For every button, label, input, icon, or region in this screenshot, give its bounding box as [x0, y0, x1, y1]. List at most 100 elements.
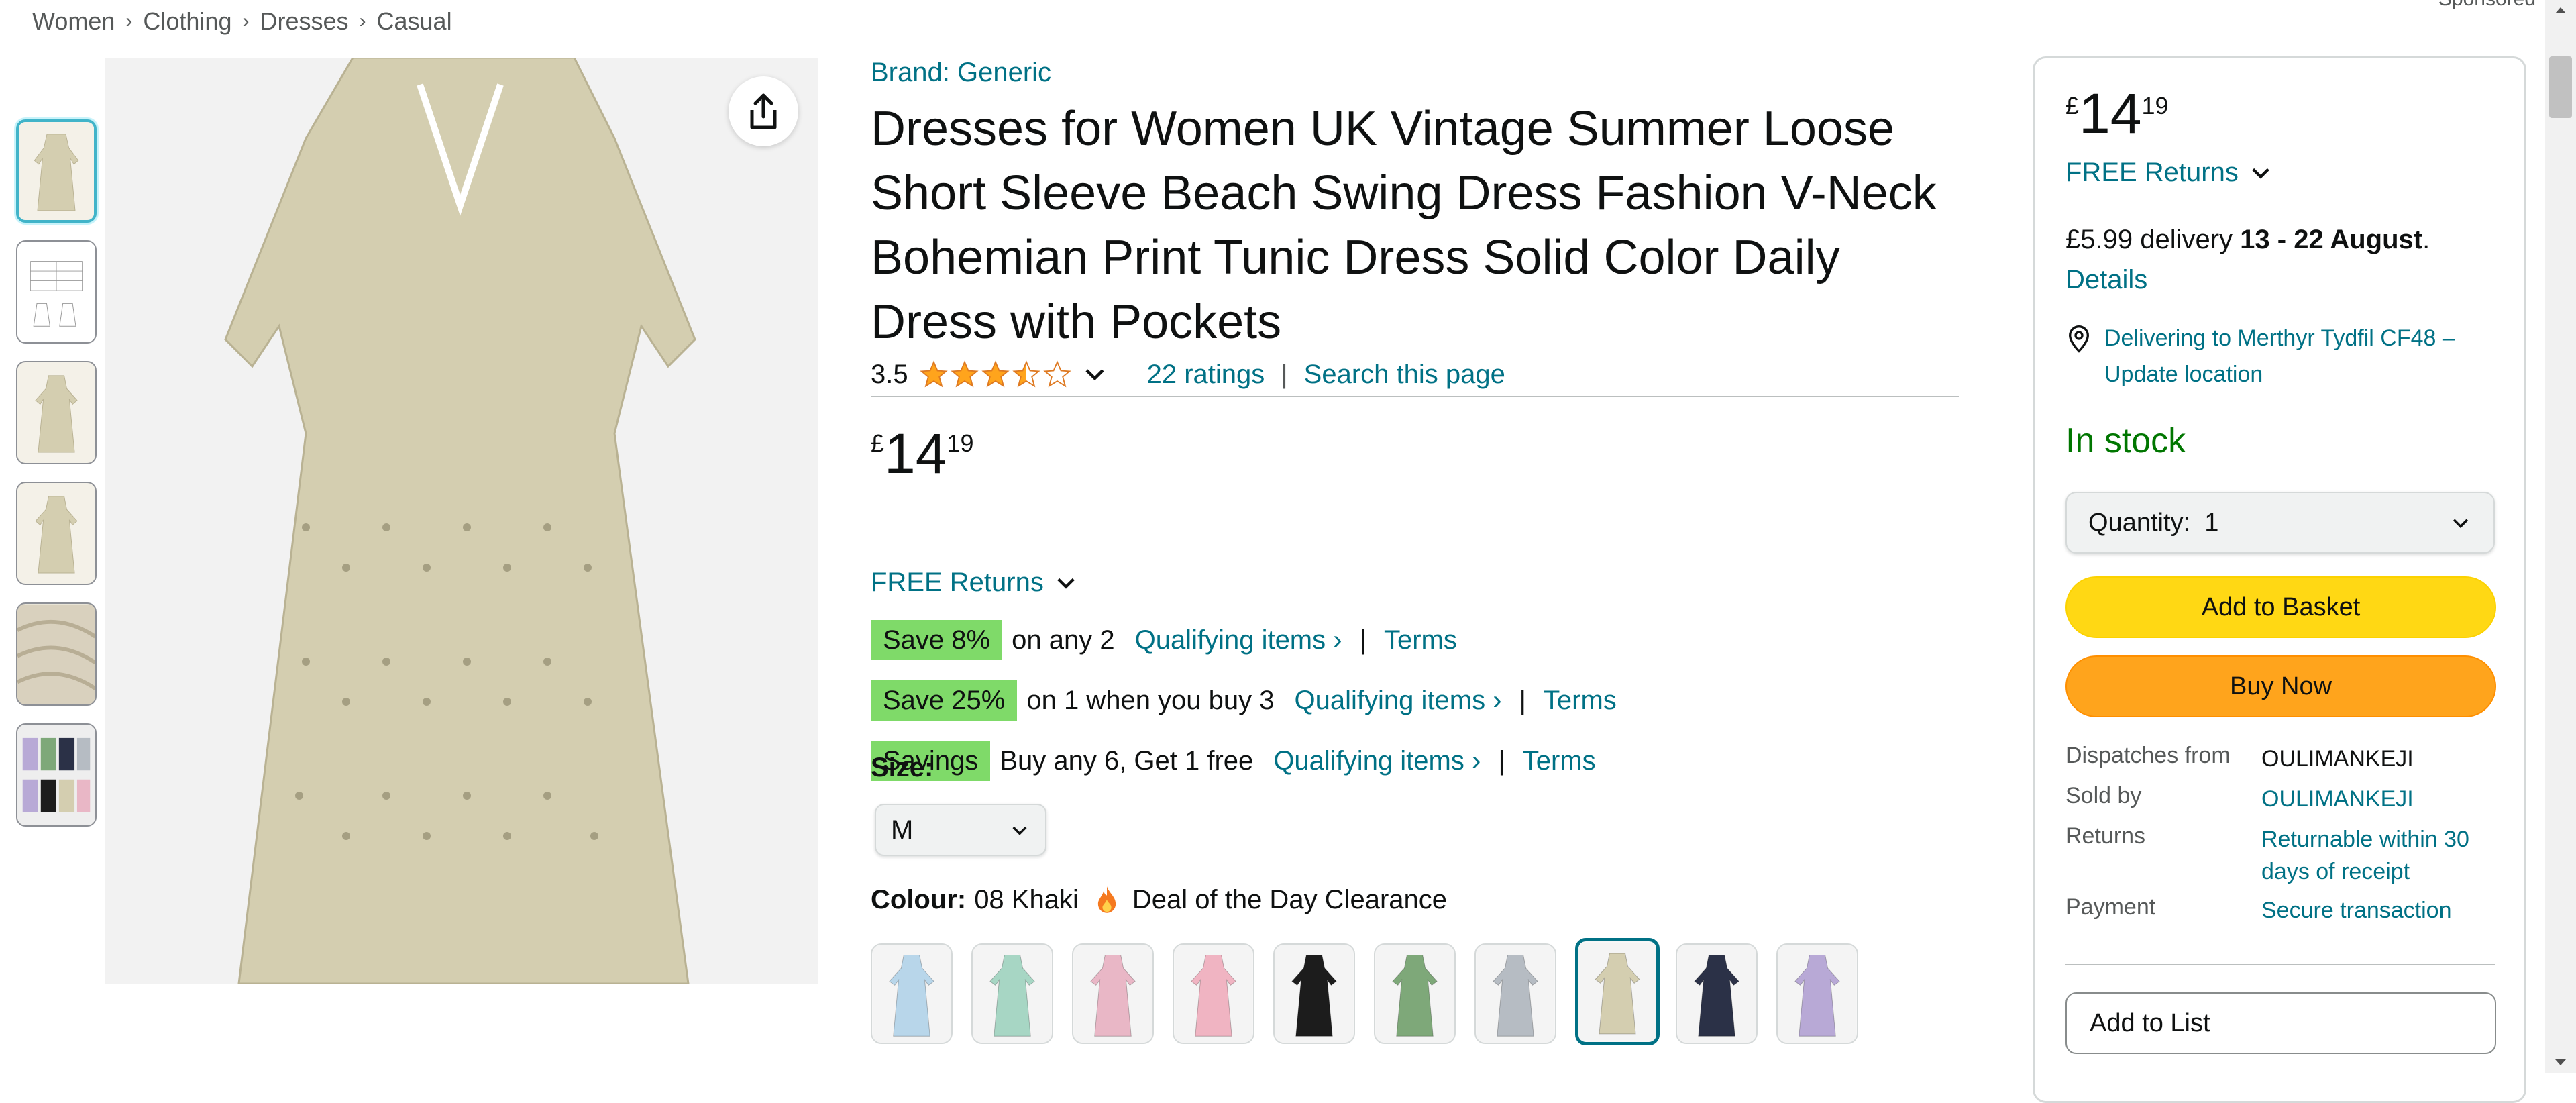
main-product-image[interactable] — [105, 58, 818, 984]
thumbnail-2[interactable] — [16, 240, 97, 344]
colour-swatch[interactable] — [871, 943, 953, 1044]
sold-by-link[interactable]: OULIMANKEJI — [2261, 783, 2503, 815]
star-rating[interactable] — [919, 360, 1072, 389]
add-to-basket-button[interactable]: Add to Basket — [2065, 576, 2496, 638]
rating-value: 3.5 — [871, 359, 908, 389]
colour-swatch[interactable] — [1776, 943, 1858, 1044]
scroll-down-arrow-icon[interactable] — [2545, 1041, 2576, 1067]
terms-link[interactable]: Terms — [1544, 686, 1617, 716]
stock-status: In stock — [2065, 421, 2186, 460]
scroll-up-arrow-icon[interactable] — [2545, 5, 2576, 32]
fabric-image-icon — [17, 604, 95, 704]
colour-swatch[interactable] — [1072, 943, 1154, 1044]
quantity-label: Quantity: — [2088, 508, 2191, 537]
dress-swatch-icon — [872, 945, 951, 1043]
colour-variants-image-icon — [17, 725, 95, 825]
ratings-count-link[interactable]: 22 ratings — [1147, 360, 1265, 390]
price-fraction: 19 — [947, 429, 974, 457]
price-fraction: 19 — [2141, 92, 2169, 119]
terms-link[interactable]: Terms — [1384, 625, 1457, 655]
colour-swatch[interactable] — [971, 943, 1053, 1044]
brand-link[interactable]: Brand: Generic — [871, 58, 1051, 88]
scrollbar-thumb[interactable] — [2549, 56, 2572, 118]
details-link[interactable]: Details — [2065, 265, 2147, 295]
returns-link[interactable]: Returnable within 30 days of receipt — [2261, 823, 2503, 888]
price-whole: 14 — [884, 422, 947, 485]
dispatches-value: OULIMANKEJI — [2261, 746, 2414, 772]
delivery-location[interactable]: Delivering to Merthyr Tydfil CF48 – Upda… — [2065, 320, 2508, 392]
promo-text: on any 2 — [1012, 625, 1115, 655]
terms-link[interactable]: Terms — [1523, 746, 1596, 776]
colour-swatch[interactable] — [1676, 943, 1758, 1044]
quantity-dropdown[interactable]: Quantity: 1 — [2065, 492, 2495, 554]
separator: | — [1519, 685, 1526, 715]
separator: | — [1359, 625, 1366, 655]
breadcrumb-item-clothing[interactable]: Clothing — [143, 7, 231, 36]
dress-swatch-icon — [1375, 945, 1454, 1043]
colour-line: Colour: 08 Khaki Deal of the Day Clearan… — [871, 884, 1447, 915]
breadcrumb-item-women[interactable]: Women — [32, 7, 115, 36]
promo-badge: Save 25% — [871, 680, 1018, 721]
colour-label: Colour: — [871, 884, 967, 914]
dress-swatch-icon — [973, 945, 1052, 1043]
separator: | — [1281, 359, 1288, 389]
thumbnail-4[interactable] — [16, 482, 97, 585]
breadcrumb-item-casual[interactable]: Casual — [377, 7, 452, 36]
colour-value: 08 Khaki — [974, 884, 1079, 914]
promo-text: Buy any 6, Get 1 free — [1000, 745, 1254, 776]
dress-swatch-icon — [1174, 945, 1253, 1043]
add-to-list-button[interactable]: Add to List — [2065, 992, 2496, 1054]
scrollbar[interactable] — [2545, 0, 2576, 1073]
thumbnail-3[interactable] — [16, 361, 97, 464]
size-dropdown[interactable]: M — [875, 804, 1046, 856]
buy-now-button[interactable]: Buy Now — [2065, 655, 2496, 717]
qualifying-items-link[interactable]: Qualifying items › — [1295, 686, 1502, 716]
buybox-price: £ 14 19 — [2065, 85, 2169, 142]
dress-image-icon — [17, 362, 95, 463]
colour-swatch[interactable] — [1374, 943, 1456, 1044]
thumbnail-1[interactable] — [16, 119, 97, 223]
price-whole: 14 — [2079, 82, 2142, 145]
location-link: Delivering to Merthyr Tydfil CF48 – Upda… — [2104, 325, 2455, 387]
share-button[interactable] — [729, 76, 798, 146]
promo-row: Savings Buy any 6, Get 1 free Qualifying… — [871, 741, 1596, 781]
price: £ 14 19 — [871, 425, 974, 482]
payment-link[interactable]: Secure transaction — [2261, 894, 2503, 927]
dress-swatch-icon — [1073, 945, 1152, 1043]
star-full-icon — [981, 360, 1010, 388]
size-label: Size: — [871, 753, 934, 782]
dress-photo-icon — [105, 58, 818, 984]
divider — [2065, 964, 2495, 965]
colour-swatch[interactable] — [1575, 938, 1660, 1045]
colour-swatch[interactable] — [1273, 943, 1355, 1044]
free-returns-label: FREE Returns — [871, 568, 1044, 597]
star-full-icon — [950, 360, 979, 388]
thumbnail-5[interactable] — [16, 602, 97, 706]
rating-row: 3.5 22 ratings | Search this page — [871, 353, 1959, 397]
promo-row: Save 8% on any 2 Qualifying items › | Te… — [871, 620, 1457, 660]
breadcrumb-item-dresses[interactable]: Dresses — [260, 7, 348, 36]
qualifying-items-link[interactable]: Qualifying items › — [1273, 746, 1481, 776]
dress-swatch-icon — [1778, 945, 1857, 1043]
buy-box: £ 14 19 FREE Returns £5.99 delivery 13 -… — [2033, 56, 2526, 1103]
buybox-free-returns-link[interactable]: FREE Returns — [2065, 158, 2272, 188]
free-returns-link[interactable]: FREE Returns — [871, 568, 1077, 598]
dress-image-icon — [17, 483, 95, 584]
chevron-down-icon[interactable] — [1083, 362, 1107, 386]
dispatches-row: Dispatches from OULIMANKEJI — [2065, 743, 2503, 775]
free-returns-label: FREE Returns — [2065, 158, 2239, 187]
chevron-down-icon — [1057, 578, 1075, 589]
chevron-right-icon: › — [359, 10, 366, 32]
size-selected: M — [891, 815, 914, 845]
colour-swatch[interactable] — [1173, 943, 1254, 1044]
payment-label: Payment — [2065, 894, 2156, 920]
chevron-down-icon — [1012, 826, 1027, 835]
dress-swatch-icon — [1476, 945, 1555, 1043]
colour-swatch[interactable] — [1474, 943, 1556, 1044]
qualifying-items-link[interactable]: Qualifying items › — [1135, 625, 1342, 655]
thumbnail-6[interactable] — [16, 723, 97, 827]
dress-image-icon — [19, 123, 94, 219]
sold-by-row: Sold by OULIMANKEJI — [2065, 783, 2503, 815]
payment-row: Payment Secure transaction — [2065, 894, 2503, 927]
search-page-link[interactable]: Search this page — [1304, 360, 1505, 390]
